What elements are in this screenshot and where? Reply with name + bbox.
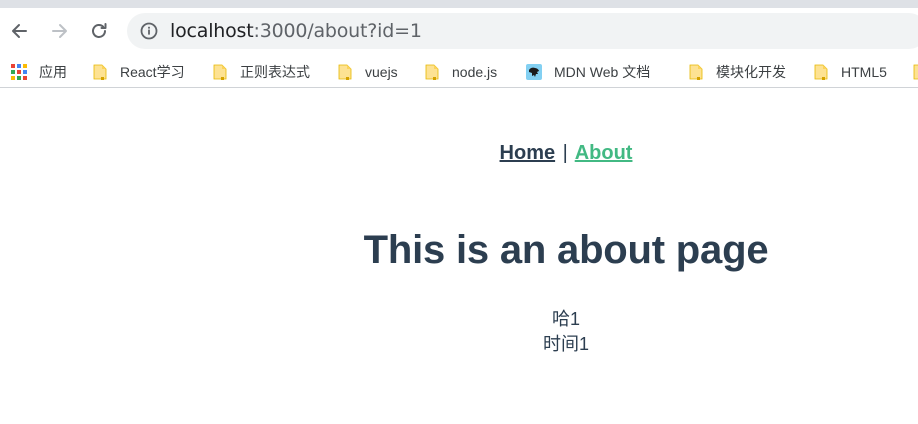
browser-tab-strip [0, 0, 918, 8]
nav-link-home[interactable]: Home [500, 142, 556, 164]
bookmark-apps[interactable]: 应用 [11, 62, 67, 82]
nav-separator: | [562, 142, 568, 164]
bookmark-label: HTML5 [841, 64, 887, 80]
folder-icon [425, 64, 439, 80]
bookmark-label: vuejs [365, 64, 398, 80]
url-path: :3000/about?id=1 [253, 20, 422, 42]
browser-toolbar: localhost:3000/about?id=1 [0, 8, 918, 54]
bookmark-html5[interactable]: HTML5 [813, 62, 887, 82]
folder-icon [93, 64, 107, 80]
address-bar[interactable]: localhost:3000/about?id=1 [127, 13, 918, 49]
bookmark-label: 正则表达式 [240, 64, 310, 80]
folder-icon [814, 64, 828, 80]
bookmark-vuejs[interactable]: vuejs [337, 62, 398, 82]
bookmark-mdn[interactable]: MDN Web 文档 [526, 62, 650, 82]
bookmark-overflow[interactable] [912, 62, 918, 82]
apps-grid-icon [11, 64, 27, 80]
info-line-2: 时间1 [542, 334, 589, 354]
bookmark-regex[interactable]: 正则表达式 [212, 62, 310, 82]
info-icon[interactable] [140, 22, 158, 40]
mdn-dino-icon [526, 64, 542, 80]
page-content: Home | About This is an about page 哈1 时间… [0, 89, 918, 424]
folder-icon [213, 64, 227, 80]
arrow-right-icon [52, 24, 67, 38]
folder-icon [689, 64, 703, 80]
bookmark-react[interactable]: React学习 [92, 62, 185, 82]
reload-icon [92, 23, 107, 38]
nav-link-about[interactable]: About [575, 142, 633, 164]
bookmark-label: React学习 [120, 64, 185, 80]
bookmark-nodejs[interactable]: node.js [424, 62, 497, 82]
info-line-1: 哈1 [551, 309, 580, 329]
reload-button[interactable] [87, 17, 111, 45]
bookmark-label: 模块化开发 [716, 64, 786, 80]
folder-icon [338, 64, 352, 80]
bookmark-label: MDN Web 文档 [554, 64, 651, 80]
bookmarks-bar: 应用 React学习 正则表达式 vuejs node.js MDN Web 文… [0, 54, 918, 88]
folder-icon [913, 64, 918, 80]
page-title: This is an about page [363, 228, 769, 272]
bookmark-modular[interactable]: 模块化开发 [688, 62, 786, 82]
forward-button[interactable] [48, 17, 72, 45]
bookmark-label: node.js [452, 64, 498, 80]
back-button[interactable] [7, 17, 31, 45]
url-host: localhost [170, 20, 254, 42]
page-nav: Home | About [0, 142, 918, 165]
bookmark-label: 应用 [39, 64, 67, 80]
url-text[interactable]: localhost:3000/about?id=1 [170, 20, 422, 42]
arrow-left-icon [12, 24, 27, 38]
